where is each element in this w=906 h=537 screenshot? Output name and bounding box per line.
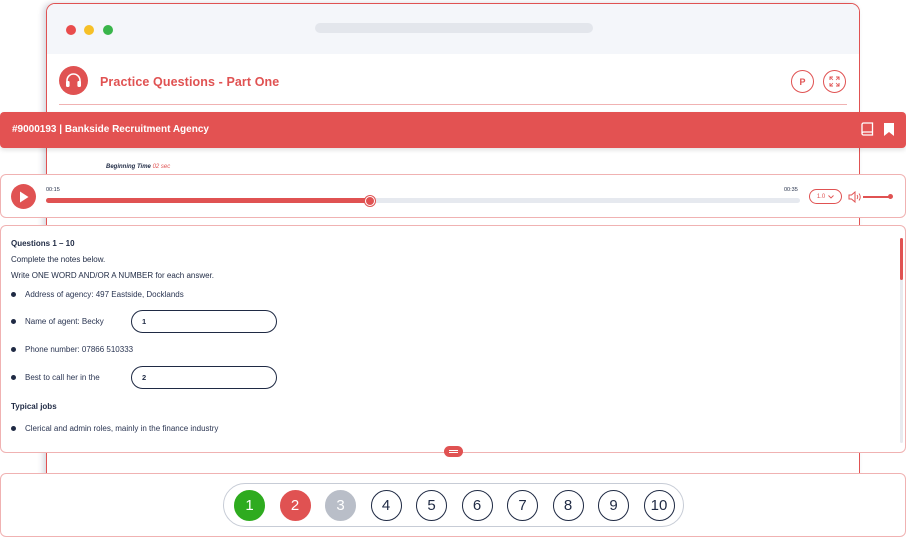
bullet: [11, 319, 16, 324]
questions-heading: Questions 1 – 10: [11, 239, 75, 248]
page-title: Practice Questions - Part One: [100, 75, 280, 89]
list-item-text: Address of agency: 497 Eastside, Docklan…: [25, 290, 184, 299]
answer-input-2[interactable]: 2: [131, 366, 277, 389]
window-minimize-dot[interactable]: [84, 25, 94, 35]
audio-progress-fill: [46, 198, 371, 203]
question-number-button[interactable]: 4: [370, 490, 402, 521]
question-number-button[interactable]: 2: [279, 490, 311, 521]
list-item: Phone number: 07866 510333: [11, 345, 133, 354]
bullet: [11, 426, 16, 431]
play-icon: [19, 191, 28, 202]
fullscreen-button[interactable]: [823, 70, 846, 93]
volume-handle[interactable]: [888, 194, 893, 199]
headphones-icon: [59, 66, 88, 95]
question-number-button[interactable]: 6: [461, 490, 493, 521]
playback-speed-value: 1.0: [816, 193, 826, 200]
question-number-button[interactable]: 7: [507, 490, 538, 521]
instruction-text: Write ONE WORD AND/OR A NUMBER for each …: [11, 271, 215, 280]
list-item: Name of agent: Becky: [11, 317, 104, 326]
fullscreen-icon: [829, 76, 840, 87]
question-number-button[interactable]: 1: [234, 490, 265, 521]
bullet: [11, 375, 16, 380]
question-navigation-panel: 1 2 3 4 5 6 7 8 9 10: [0, 473, 906, 537]
list-item: Best to call her in the: [11, 373, 100, 382]
question-number-button[interactable]: 9: [598, 490, 629, 521]
total-time: 00:35: [784, 187, 798, 193]
list-item: Clerical and admin roles, mainly in the …: [11, 424, 218, 433]
window-close-dot[interactable]: [66, 25, 76, 35]
question-number-button[interactable]: 3: [325, 490, 356, 521]
audio-player: 00:15 00:35 1.0: [0, 174, 906, 218]
chevron-down-icon: [828, 194, 834, 199]
browser-titlebar: [47, 4, 859, 54]
window-maximize-dot[interactable]: [103, 25, 113, 35]
profile-button[interactable]: P: [791, 70, 814, 93]
list-item: Address of agency: 497 Eastside, Docklan…: [11, 290, 184, 299]
current-time: 00:15: [46, 187, 60, 193]
list-item-text: Name of agent: Becky: [25, 317, 104, 326]
question-panel: Questions 1 – 10 Complete the notes belo…: [0, 225, 906, 453]
list-item-text: Phone number: 07866 510333: [25, 345, 134, 354]
app-header: Practice Questions - Part One P: [59, 65, 847, 105]
list-item-text: Clerical and admin roles, mainly in the …: [25, 424, 219, 433]
question-number-button[interactable]: 5: [416, 490, 447, 521]
question-navigation: 1 2 3 4 5 6 7 8 9 10: [223, 483, 684, 527]
drag-handle-icon[interactable]: [444, 446, 463, 457]
test-title-bar: #9000193 | Bankside Recruitment Agency: [0, 112, 906, 148]
volume-slider[interactable]: [863, 196, 891, 198]
bullet: [11, 292, 16, 297]
scrollbar[interactable]: [900, 238, 903, 443]
bookmark-icon[interactable]: [883, 122, 895, 142]
beginning-time: Beginning Time 02 sec: [106, 164, 170, 170]
volume-icon[interactable]: [848, 190, 862, 208]
book-icon[interactable]: [861, 122, 874, 142]
answer-input-1[interactable]: 1: [131, 310, 277, 333]
beginning-time-label: Beginning Time: [106, 164, 151, 170]
scrollbar-thumb[interactable]: [900, 238, 903, 280]
audio-progress-handle[interactable]: [365, 195, 376, 206]
section-subheading: Typical jobs: [11, 402, 57, 411]
test-title: #9000193 | Bankside Recruitment Agency: [12, 124, 209, 135]
bullet: [11, 347, 16, 352]
playback-speed-select[interactable]: 1.0: [809, 189, 842, 204]
beginning-time-value: 02 sec: [152, 164, 171, 170]
question-number-button[interactable]: 8: [552, 490, 584, 521]
list-item-text: Best to call her in the: [25, 373, 100, 382]
address-bar[interactable]: [315, 23, 593, 33]
play-button[interactable]: [11, 184, 36, 209]
instruction-text: Complete the notes below.: [11, 255, 106, 264]
audio-progress-track[interactable]: [46, 195, 800, 206]
question-number-button[interactable]: 10: [643, 490, 675, 521]
